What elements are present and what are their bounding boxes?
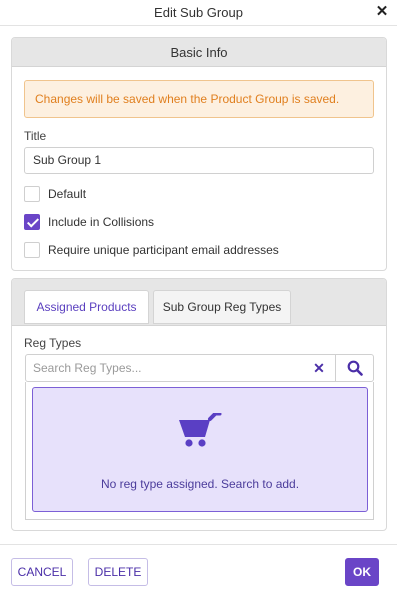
reg-types-results: No reg type assigned. Search to add. (25, 382, 374, 520)
include-collisions-checkbox-row[interactable]: Include in Collisions (24, 213, 154, 231)
title-label: Title (24, 129, 47, 143)
empty-state: No reg type assigned. Search to add. (32, 387, 368, 512)
basic-info-panel: Basic Info Changes will be saved when th… (11, 37, 387, 271)
empty-message: No reg type assigned. Search to add. (100, 477, 300, 491)
tab-assigned-products[interactable]: Assigned Products (24, 290, 149, 324)
tab-sub-group-reg-types[interactable]: Sub Group Reg Types (153, 290, 291, 324)
search-icon (347, 360, 363, 376)
tab-strip: Assigned Products Sub Group Reg Types (12, 279, 386, 326)
unique-email-checkbox-row[interactable]: Require unique participant email address… (24, 241, 279, 259)
dialog-title: Edit Sub Group (154, 5, 243, 20)
close-icon[interactable]: ✕ (375, 4, 389, 20)
reg-types-panel: Assigned Products Sub Group Reg Types Re… (11, 278, 387, 531)
cancel-button[interactable]: CANCEL (11, 558, 73, 586)
default-checkbox[interactable] (24, 186, 40, 202)
clear-icon[interactable]: ✕ (311, 359, 327, 377)
basic-info-heading: Basic Info (12, 38, 386, 67)
dialog-footer: CANCEL DELETE OK (0, 544, 397, 595)
ok-button[interactable]: OK (345, 558, 379, 586)
cart-icon (179, 413, 222, 447)
unique-email-label: Require unique participant email address… (48, 243, 279, 257)
search-input[interactable]: Search Reg Types... (33, 361, 142, 375)
default-checkbox-row[interactable]: Default (24, 185, 86, 203)
title-input[interactable]: Sub Group 1 (24, 147, 374, 174)
reg-types-label: Reg Types (24, 336, 82, 350)
search-button[interactable] (335, 355, 373, 381)
include-collisions-checkbox[interactable] (24, 214, 40, 230)
default-checkbox-label: Default (48, 187, 87, 201)
reg-types-search: Search Reg Types... ✕ (25, 354, 374, 382)
include-collisions-label: Include in Collisions (48, 215, 155, 229)
dialog-titlebar: Edit Sub Group ✕ (0, 0, 397, 26)
save-notice-alert: Changes will be saved when the Product G… (24, 80, 374, 118)
unique-email-checkbox[interactable] (24, 242, 40, 258)
delete-button[interactable]: DELETE (88, 558, 148, 586)
